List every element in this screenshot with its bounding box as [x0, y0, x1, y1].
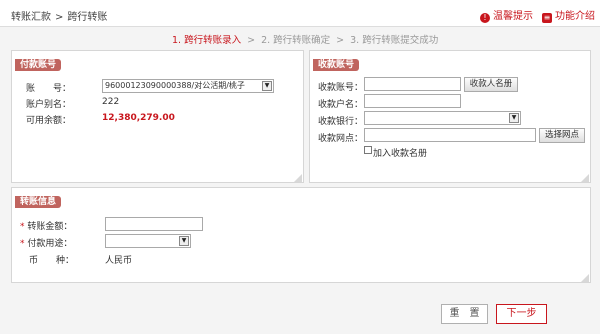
- payee-name-input[interactable]: [364, 94, 461, 108]
- transfer-panel-title: 转账信息: [15, 196, 62, 208]
- payer-account-label: 账 号：: [26, 84, 72, 94]
- tip-link[interactable]: ! 温馨提示: [480, 7, 533, 23]
- payer-balance-label: 可用余额：: [26, 116, 72, 126]
- chevron-down-icon: ▼: [262, 81, 272, 91]
- payee-bank-label: 收款银行：: [318, 117, 364, 127]
- amount-label-text: 转账金额：: [27, 222, 73, 232]
- payer-panel-title: 付款账号: [15, 59, 62, 71]
- step-separator: >: [247, 35, 256, 46]
- transfer-panel: [11, 187, 591, 283]
- breadcrumb: 转账汇款 > 跨行转账: [11, 8, 107, 23]
- step-indicator: 1. 跨行转账录入 >2. 跨行转账确定 >3. 跨行转账提交成功: [172, 32, 438, 46]
- add-to-book-label: 加入收款名册: [373, 149, 428, 159]
- payee-bank-select[interactable]: ▼: [364, 111, 521, 125]
- payee-branch-input[interactable]: [364, 128, 536, 142]
- breadcrumb-separator: >: [55, 12, 64, 23]
- intro-link-label: 功能介绍: [555, 11, 595, 22]
- choose-branch-button[interactable]: 选择网点: [539, 128, 585, 143]
- step-3: 3. 跨行转账提交成功: [350, 35, 439, 46]
- payer-balance-value: 12,380,279.00: [102, 113, 175, 123]
- tip-link-label: 温馨提示: [493, 11, 533, 22]
- amount-input[interactable]: [105, 217, 203, 231]
- required-star: *: [20, 222, 25, 232]
- required-star: *: [20, 239, 25, 249]
- purpose-label: * 付款用途：: [20, 236, 72, 249]
- step-separator: >: [336, 35, 345, 46]
- add-to-book-checkbox[interactable]: [364, 146, 372, 154]
- payee-branch-label: 收款网点：: [318, 134, 364, 144]
- payer-account-select[interactable]: 96000123090000388/对公活期/桃子 ▼: [102, 79, 274, 93]
- step-1: 1. 跨行转账录入: [172, 35, 242, 46]
- reset-button[interactable]: 重 置: [441, 304, 488, 324]
- payer-alias-label: 账户别名：: [26, 100, 72, 110]
- payee-name-label: 收款户名：: [318, 100, 364, 110]
- currency-value: 人民币: [105, 256, 133, 266]
- currency-label: 币 种：: [29, 256, 75, 266]
- payee-account-input[interactable]: [364, 77, 461, 91]
- breadcrumb-item-transfer[interactable]: 转账汇款: [11, 12, 51, 23]
- panel-corner-fold: [581, 174, 589, 182]
- chevron-down-icon: ▼: [179, 236, 189, 246]
- document-icon: ≡: [542, 13, 552, 23]
- payer-account-value: 96000123090000388/对公活期/桃子: [105, 81, 245, 90]
- payee-panel-title: 收款账号: [313, 59, 360, 71]
- purpose-select[interactable]: ▼: [105, 234, 191, 248]
- panel-corner-fold: [581, 274, 589, 282]
- amount-label: * 转账金额：: [20, 219, 72, 232]
- payee-book-button[interactable]: 收款人名册: [464, 77, 518, 92]
- next-button[interactable]: 下一步: [496, 304, 547, 324]
- step-2: 2. 跨行转账确定: [261, 35, 331, 46]
- payee-account-label: 收款账号：: [318, 83, 364, 93]
- intro-link[interactable]: ≡ 功能介绍: [542, 7, 595, 23]
- breadcrumb-item-interbank: 跨行转账: [67, 12, 108, 23]
- chevron-down-icon: ▼: [509, 113, 519, 123]
- payer-alias-value: 222: [102, 97, 120, 107]
- panel-corner-fold: [294, 174, 302, 182]
- purpose-label-text: 付款用途：: [27, 239, 73, 249]
- info-icon: !: [480, 13, 490, 23]
